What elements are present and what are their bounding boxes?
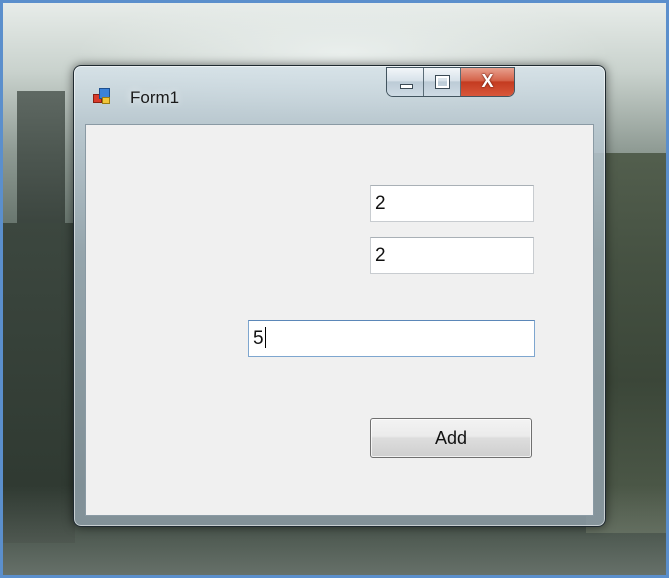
window-controls: X xyxy=(387,68,514,96)
minimize-icon xyxy=(400,84,413,89)
close-button[interactable]: X xyxy=(461,68,514,96)
maximize-button[interactable] xyxy=(424,68,461,96)
background-tower xyxy=(17,91,65,231)
close-icon: X xyxy=(481,71,494,91)
desktop: Form1 X 2 2 5 Add xyxy=(0,0,669,578)
minimize-button[interactable] xyxy=(387,68,424,96)
input-b-textbox[interactable]: 2 xyxy=(370,237,534,274)
input-a-value: 2 xyxy=(375,193,386,214)
result-textbox[interactable]: 5 xyxy=(248,320,535,357)
input-a-textbox[interactable]: 2 xyxy=(370,185,534,222)
result-value: 5 xyxy=(253,328,264,349)
form-client-area: 2 2 5 Add xyxy=(85,124,594,516)
title-bar[interactable]: Form1 X xyxy=(74,66,605,122)
maximize-icon xyxy=(435,75,450,89)
form-window: Form1 X 2 2 5 Add xyxy=(73,65,606,527)
window-title: Form1 xyxy=(130,88,180,107)
text-caret xyxy=(264,327,266,348)
input-b-value: 2 xyxy=(375,245,386,266)
app-icon[interactable] xyxy=(93,88,111,104)
add-button[interactable]: Add xyxy=(370,418,532,458)
